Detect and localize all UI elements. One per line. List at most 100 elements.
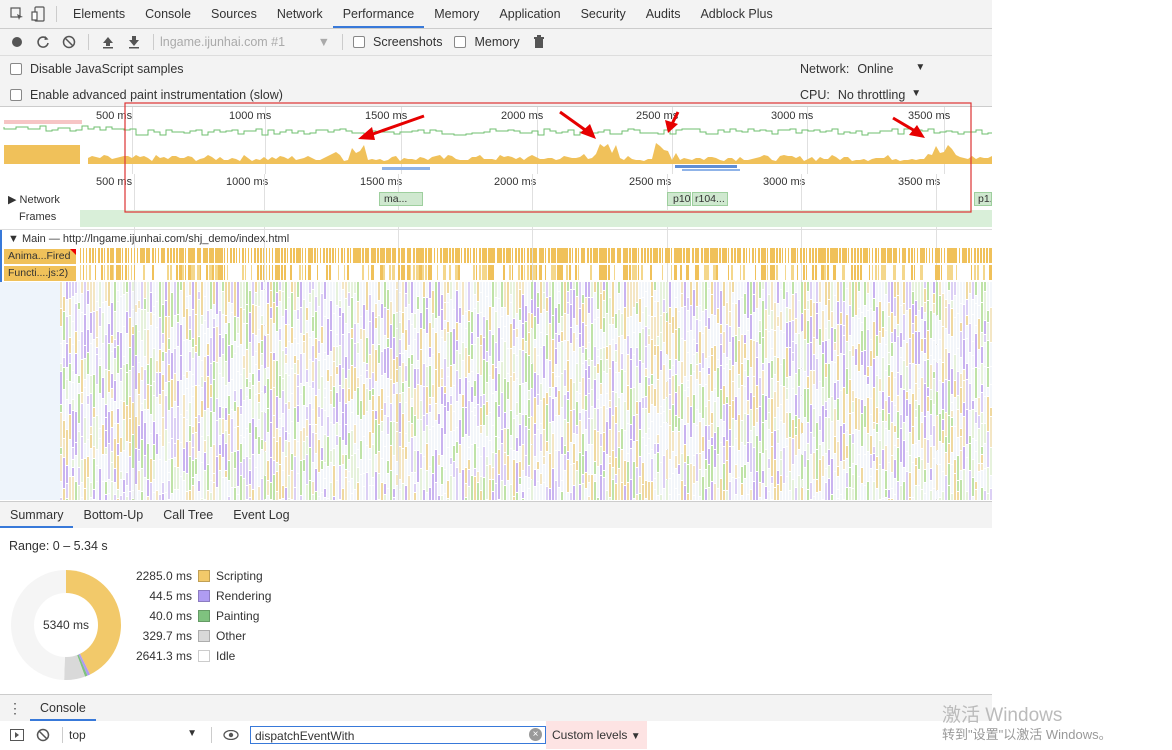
- flame-entry[interactable]: Anima...Fired: [4, 249, 76, 264]
- tab-audits[interactable]: Audits: [636, 0, 691, 28]
- console-filter-input[interactable]: dispatchEventWith ×: [250, 726, 546, 744]
- advanced-paint-label: Enable advanced paint instrumentation (s…: [30, 88, 283, 102]
- network-request-bar[interactable]: r104...: [692, 192, 728, 206]
- sidebar-toggle-icon[interactable]: [4, 722, 30, 748]
- network-request-bar[interactable]: ma...: [379, 192, 423, 206]
- network-track-label[interactable]: ▶ Network: [8, 193, 60, 206]
- tab-network[interactable]: Network: [267, 0, 333, 28]
- timeline-tick-label: 1500 ms: [360, 176, 403, 188]
- chevron-down-icon: ▼: [187, 728, 197, 739]
- tab-security[interactable]: Security: [571, 0, 636, 28]
- reload-record-icon[interactable]: [30, 29, 56, 55]
- cpu-throttle-select[interactable]: No throttling: [838, 88, 905, 102]
- details-tabbar: Summary Bottom-Up Call Tree Event Log: [0, 501, 992, 529]
- tab-console-drawer[interactable]: Console: [30, 695, 96, 721]
- toolbar-separator: [56, 6, 57, 22]
- flame-chart[interactable]: 500 ms 1000 ms 1500 ms 2000 ms 2500 ms 3000 m…: [0, 174, 992, 500]
- tab-sources[interactable]: Sources: [201, 0, 267, 28]
- legend-label: Rendering: [216, 589, 272, 603]
- summary-legend-row: 329.7 ms Other: [130, 629, 246, 643]
- screenshots-checkbox[interactable]: [353, 36, 365, 48]
- drawer-tabbar: ⋮ Console: [0, 694, 992, 722]
- network-request-bar[interactable]: p10: [667, 192, 691, 206]
- summary-legend-row: 40.0 ms Painting: [130, 609, 259, 623]
- tab-elements[interactable]: Elements: [63, 0, 135, 28]
- tab-summary[interactable]: Summary: [0, 502, 74, 528]
- timeline-overview[interactable]: 500 ms 1000 ms 1500 ms 2000 ms 2500 ms 3000 m…: [0, 107, 992, 175]
- chevron-down-icon: ▼: [317, 35, 330, 49]
- chevron-down-icon: ▼: [915, 62, 926, 73]
- legend-label: Idle: [216, 649, 236, 663]
- tab-adblock-plus[interactable]: Adblock Plus: [690, 0, 782, 28]
- network-request-bar[interactable]: p1.: [974, 192, 992, 206]
- activate-windows-watermark: 激活 Windows: [942, 705, 1063, 726]
- screenshots-label: Screenshots: [373, 35, 443, 49]
- flame-bars-body: [60, 282, 992, 500]
- tab-performance[interactable]: Performance: [332, 0, 425, 28]
- devtools-tabbar: Elements Console Sources Network Performance…: [0, 0, 992, 29]
- clear-console-icon[interactable]: [30, 722, 56, 748]
- legend-swatch: [198, 610, 210, 622]
- device-toggle-icon[interactable]: [28, 3, 50, 25]
- clear-filter-icon[interactable]: ×: [529, 728, 542, 741]
- capture-settings: Disable JavaScript samples Enable advanc…: [0, 56, 992, 107]
- performance-toolbar: lngame.ijunhai.com #1 ▼ Screenshots Memo…: [0, 29, 992, 56]
- cpu-throttle-label: CPU:: [800, 88, 830, 102]
- legend-swatch: [198, 570, 210, 582]
- activate-windows-subtext: 转到"设置"以激活 Windows。: [942, 727, 1112, 742]
- panel-tabs: Elements Console Sources Network Performance…: [63, 0, 783, 28]
- legend-label: Scripting: [216, 569, 263, 583]
- summary-legend-row: 44.5 ms Rendering: [130, 589, 271, 603]
- tab-application[interactable]: Application: [489, 0, 570, 28]
- memory-label: Memory: [474, 35, 520, 49]
- advanced-paint-checkbox[interactable]: [10, 89, 22, 101]
- flame-gutter: [0, 282, 60, 500]
- chevron-down-icon: ▼: [911, 88, 922, 99]
- tab-bottom-up[interactable]: Bottom-Up: [73, 502, 153, 528]
- legend-swatch: [198, 650, 210, 662]
- legend-swatch: [198, 590, 210, 602]
- timeline-tick-label: 3500 ms: [898, 176, 941, 188]
- clear-icon[interactable]: [56, 29, 82, 55]
- trash-icon[interactable]: [526, 29, 552, 55]
- record-icon[interactable]: [4, 29, 30, 55]
- save-profile-icon[interactable]: [121, 29, 147, 55]
- eye-icon[interactable]: [218, 722, 244, 748]
- tab-console[interactable]: Console: [135, 0, 201, 28]
- flame-bars-top: [80, 248, 992, 280]
- legend-label: Other: [216, 629, 247, 643]
- context-select[interactable]: top ▼: [69, 728, 205, 742]
- page-select[interactable]: lngame.ijunhai.com #1 ▼: [160, 35, 336, 49]
- timeline-tick-label: 500 ms: [96, 176, 133, 188]
- toolbar-separator: [153, 34, 154, 50]
- tab-event-log[interactable]: Event Log: [223, 502, 299, 528]
- tab-call-tree[interactable]: Call Tree: [153, 502, 223, 528]
- frames-track-label[interactable]: Frames: [19, 211, 56, 223]
- main-track-label[interactable]: ▼ Main — http://lngame.ijunhai.com/shj_d…: [8, 233, 289, 245]
- triangle-down-icon: ▼: [8, 233, 19, 245]
- console-toolbar: top ▼ dispatchEventWith × Custom levels …: [0, 721, 992, 749]
- disable-js-samples-label: Disable JavaScript samples: [30, 62, 184, 76]
- page-select-value: lngame.ijunhai.com #1: [160, 35, 286, 49]
- toolbar-separator: [62, 727, 63, 743]
- inspect-icon[interactable]: [6, 3, 28, 25]
- tab-memory[interactable]: Memory: [424, 0, 489, 28]
- summary-legend-row: 2285.0 ms Scripting: [130, 569, 263, 583]
- log-levels-select[interactable]: Custom levels ▼: [546, 721, 647, 749]
- flame-entry[interactable]: Functi....js:2): [4, 266, 76, 281]
- network-throttle-select[interactable]: Online: [857, 62, 915, 76]
- memory-checkbox[interactable]: [454, 36, 467, 48]
- network-throttle-label: Network:: [800, 62, 850, 76]
- frames-track[interactable]: [80, 210, 992, 227]
- timeline-tick-label: 3000 ms: [763, 176, 806, 188]
- legend-value: 329.7 ms: [142, 629, 192, 643]
- more-menu-icon[interactable]: ⋮: [0, 700, 30, 717]
- triangle-right-icon: ▶: [8, 194, 17, 206]
- overview-graph: [3, 120, 992, 171]
- warning-triangle-icon: [70, 249, 76, 255]
- log-levels-value: Custom levels: [552, 728, 628, 742]
- legend-value: 2641.3 ms: [135, 649, 192, 663]
- legend-swatch: [198, 630, 210, 642]
- disable-js-samples-checkbox[interactable]: [10, 63, 22, 75]
- load-profile-icon[interactable]: [95, 29, 121, 55]
